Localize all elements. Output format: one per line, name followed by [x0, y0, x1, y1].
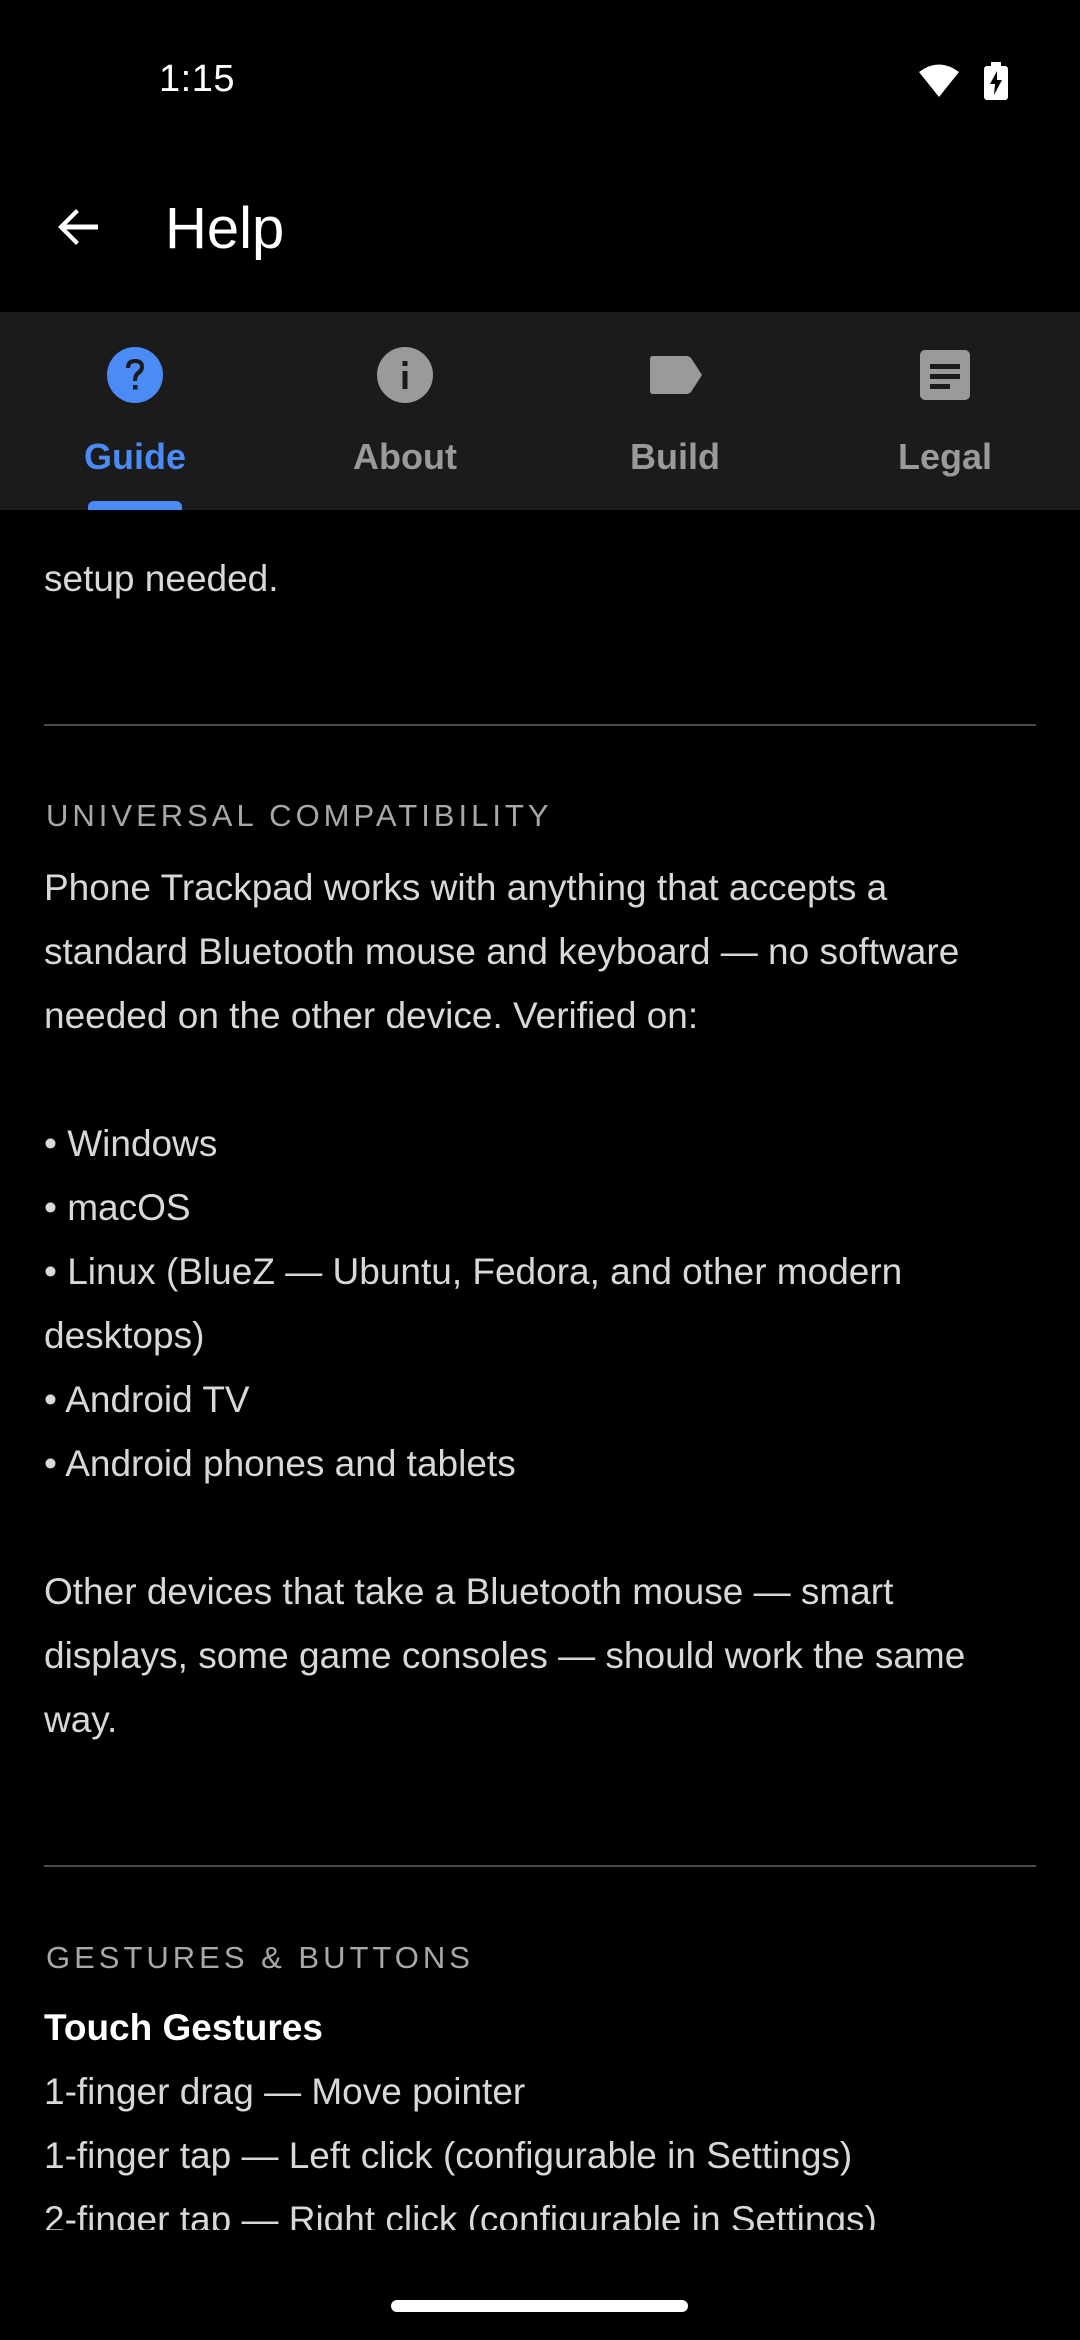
- compat-item-windows: • Windows: [44, 1123, 218, 1164]
- home-indicator[interactable]: [391, 2300, 688, 2312]
- compat-section-header: UNIVERSAL COMPATIBILITY: [46, 798, 553, 833]
- compat-item-macos: • macOS: [44, 1187, 191, 1228]
- gesture-item: 1-finger tap — Left click (configurable …: [44, 2135, 853, 2176]
- guide-content[interactable]: setup needed. UNIVERSAL COMPATIBILITY Ph…: [0, 510, 1080, 2230]
- help-circle-icon: [105, 345, 165, 405]
- intro-tail-text: setup needed.: [44, 558, 279, 599]
- active-tab-indicator: [88, 501, 182, 510]
- tab-legal-label: Legal: [897, 436, 993, 477]
- gestures-section-header: GESTURES & BUTTONS: [46, 1940, 474, 1975]
- status-bar: 1:15: [0, 0, 1080, 165]
- label-tag-icon: [645, 345, 705, 405]
- compat-item-android-tv: • Android TV: [44, 1379, 250, 1420]
- compat-outro-text: Other devices that take a Bluetooth mous…: [44, 1571, 976, 1740]
- info-icon: [375, 345, 435, 405]
- gestures-body: Touch Gestures 1-finger drag — Move poin…: [44, 1996, 1036, 2230]
- battery-charging-icon: [984, 62, 1008, 105]
- compat-intro-text: Phone Trackpad works with anything that …: [44, 867, 970, 1036]
- tab-build-label: Build: [630, 436, 720, 477]
- app-bar: Help: [0, 165, 1080, 312]
- compat-body: Phone Trackpad works with anything that …: [44, 856, 1036, 1752]
- touch-gestures-subheading: Touch Gestures: [44, 2007, 323, 2048]
- tab-about[interactable]: About: [270, 312, 540, 510]
- tab-build[interactable]: Build: [540, 312, 810, 510]
- arrow-back-icon: [54, 203, 102, 256]
- section-divider: [44, 1865, 1036, 1867]
- back-button[interactable]: [42, 193, 114, 265]
- page-title: Help: [165, 196, 285, 261]
- status-time: 1:15: [159, 58, 235, 100]
- tab-legal[interactable]: Legal: [810, 312, 1080, 510]
- tab-bar: Guide About Build Legal: [0, 312, 1080, 510]
- tab-about-label: About: [353, 436, 457, 477]
- tab-guide[interactable]: Guide: [0, 312, 270, 510]
- tab-guide-label: Guide: [83, 436, 186, 477]
- status-icons: [918, 62, 1008, 105]
- wifi-icon: [918, 63, 960, 104]
- compat-item-linux: • Linux (BlueZ — Ubuntu, Fedora, and oth…: [44, 1251, 913, 1356]
- article-icon: [915, 345, 975, 405]
- gesture-item: 1-finger drag — Move pointer: [44, 2071, 526, 2112]
- gesture-item: 2-finger tap — Right click (configurable…: [44, 2199, 877, 2230]
- section-divider: [44, 724, 1036, 726]
- compat-item-android-phones: • Android phones and tablets: [44, 1443, 516, 1484]
